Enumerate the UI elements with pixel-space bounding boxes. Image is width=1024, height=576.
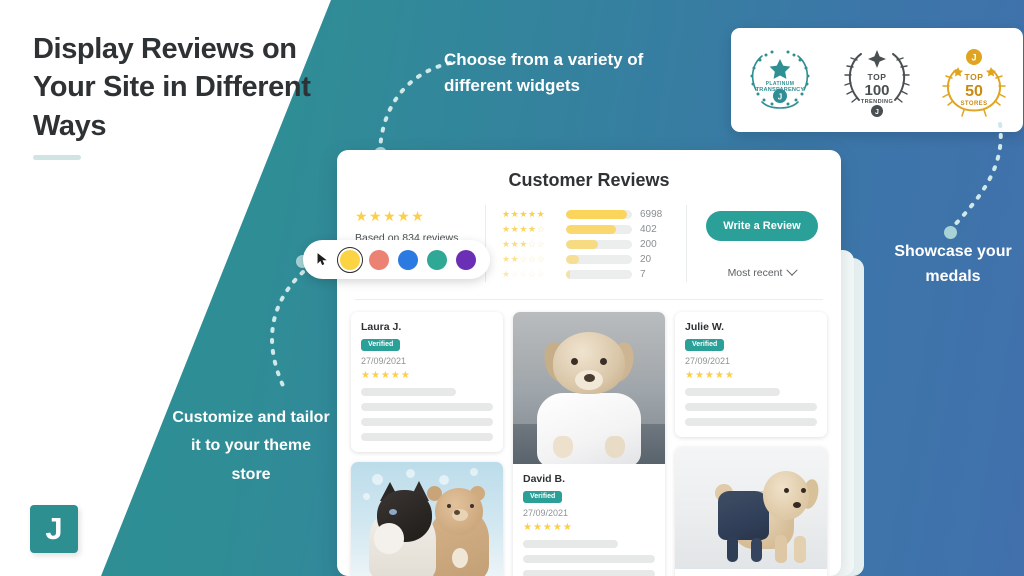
connector-endpoint-medals [944,226,957,239]
review-stars: ★★★★★ [523,522,573,533]
review-text-placeholder [523,540,619,548]
review-photo-puppy-hoodie [513,312,665,464]
svg-text:100: 100 [864,82,889,99]
reviewer-name: Julie W. [685,321,725,333]
color-swatch-3[interactable] [427,249,447,270]
review-text-placeholder [361,388,457,396]
color-swatch-4[interactable] [456,249,476,270]
reviewer-name: Laura J. [361,321,402,333]
color-swatch-1[interactable] [369,249,389,270]
svg-text:STORES: STORES [961,101,988,107]
rating-breakdown-row[interactable]: ★★★★★ 6998 [502,207,674,222]
color-swatch-2[interactable] [398,249,418,270]
widget-title: Customer Reviews [508,170,670,190]
review-card-david[interactable]: David B. Verified 27/09/2021 ★★★★★ [513,312,665,576]
pointer-icon [317,253,327,266]
review-card-julie[interactable]: Julie W. Verified 27/09/2021 ★★★★★ [675,312,827,437]
medals-panel: J PLATINUM TRANSPARENCY TOP 100 TRENDING [731,28,1023,132]
color-picker-toolbar[interactable] [303,240,490,279]
write-review-button[interactable]: Write a Review [706,211,818,241]
breakdown-bar [566,225,632,234]
svg-text:TRENDING: TRENDING [861,99,893,105]
breakdown-stars: ★★★★☆ [502,224,546,234]
breakdown-count: 6998 [640,209,663,220]
top-100-trending-medal: TOP 100 TRENDING J [837,40,917,120]
breakdown-stars: ★★★☆☆ [502,239,546,249]
svg-text:J: J [777,93,781,102]
breakdown-count: 200 [640,239,657,250]
review-text-placeholder [685,388,781,396]
review-text-placeholder [685,403,817,411]
review-text-placeholder [685,418,817,426]
rating-breakdown-row[interactable]: ★☆☆☆☆ 7 [502,267,674,282]
chevron-down-icon [786,264,799,276]
reviews-grid: Laura J. Verified 27/09/2021 ★★★★★ David… [337,300,841,576]
rating-breakdown-row[interactable]: ★★★☆☆ 200 [502,237,674,252]
review-card-laura[interactable]: Laura J. Verified 27/09/2021 ★★★★★ [351,312,503,452]
breakdown-bar [566,240,632,249]
review-date: 27/09/2021 [523,508,569,518]
review-card-photo-cat[interactable] [351,462,503,576]
page-title: Display Reviews on Your Site in Differen… [33,33,311,142]
overall-stars: ★★★★★ [355,208,426,224]
rating-breakdown-row[interactable]: ★★☆☆☆ 20 [502,252,674,267]
reviews-actions: Write a Review Most recent [687,205,823,279]
rating-breakdown: ★★★★★ 6998 ★★★★☆ 402 ★★★☆☆ 200 ★★☆☆☆ 20 ★☆☆☆☆ 7 [485,205,687,282]
review-text-placeholder [523,570,655,576]
reviews-column-1: Laura J. Verified 27/09/2021 ★★★★★ [351,312,503,576]
review-text-placeholder [361,403,493,411]
review-stars: ★★★★★ [361,370,411,381]
breakdown-count: 7 [640,269,646,280]
review-date: 27/09/2021 [361,356,407,366]
review-photo-poodle-denim [675,447,827,569]
platinum-transparency-medal: J PLATINUM TRANSPARENCY [740,40,820,120]
callout-choose-widgets: Choose from a variety of different widge… [444,50,644,96]
sort-dropdown-value: Most recent [727,267,783,279]
verified-badge: Verified [361,338,401,351]
breakdown-count: 20 [640,254,652,265]
overall-rating-block: ★★★★★ Based on 834 reviews [355,205,485,244]
top-50-stores-medal: J TOP 50 STORES [934,40,1014,120]
rating-breakdown-row[interactable]: ★★★★☆ 402 [502,222,674,237]
svg-text:TOP: TOP [867,72,886,82]
breakdown-bar [566,270,632,279]
verified-badge: Verified [523,490,563,503]
callout-customize-theme: Customize and tailor it to your theme st… [172,409,330,483]
breakdown-stars: ★★☆☆☆ [502,254,546,264]
svg-text:J: J [972,53,977,63]
dotted-connector-customize [270,270,305,392]
slide-canvas: Display Reviews on Your Site in Differen… [0,0,1024,576]
reviewer-name: David B. [523,473,566,485]
breakdown-bar [566,210,632,219]
review-text-placeholder [523,555,655,563]
breakdown-stars: ★☆☆☆☆ [502,269,546,279]
callout-showcase-medals: Showcase your medals [894,243,1012,285]
breakdown-count: 402 [640,224,657,235]
svg-text:J: J [875,109,879,116]
dotted-connector-medals [948,122,1003,232]
verified-badge: Verified [685,338,725,351]
title-underline-accent [33,155,81,160]
review-photo-cat-teddy [351,462,503,576]
review-card-andrea[interactable]: Andrea M. [675,447,827,576]
color-swatch-0[interactable] [336,246,364,273]
review-stars: ★★★★★ [685,370,735,381]
svg-text:TOP: TOP [965,72,984,82]
sort-dropdown[interactable]: Most recent [727,264,799,279]
customer-reviews-widget: Customer Reviews ★★★★★ Based on 834 revi… [337,150,841,576]
breakdown-bar [566,255,632,264]
breakdown-stars: ★★★★★ [502,209,546,219]
svg-text:TRANSPARENCY: TRANSPARENCY [755,87,804,93]
svg-text:50: 50 [965,83,983,100]
reviews-column-3: Julie W. Verified 27/09/2021 ★★★★★ [675,312,827,576]
review-date: 27/09/2021 [685,356,731,366]
reviews-column-2: David B. Verified 27/09/2021 ★★★★★ [513,312,665,576]
brand-logo: J [30,505,78,553]
review-text-placeholder [361,433,493,441]
review-text-placeholder [361,418,493,426]
